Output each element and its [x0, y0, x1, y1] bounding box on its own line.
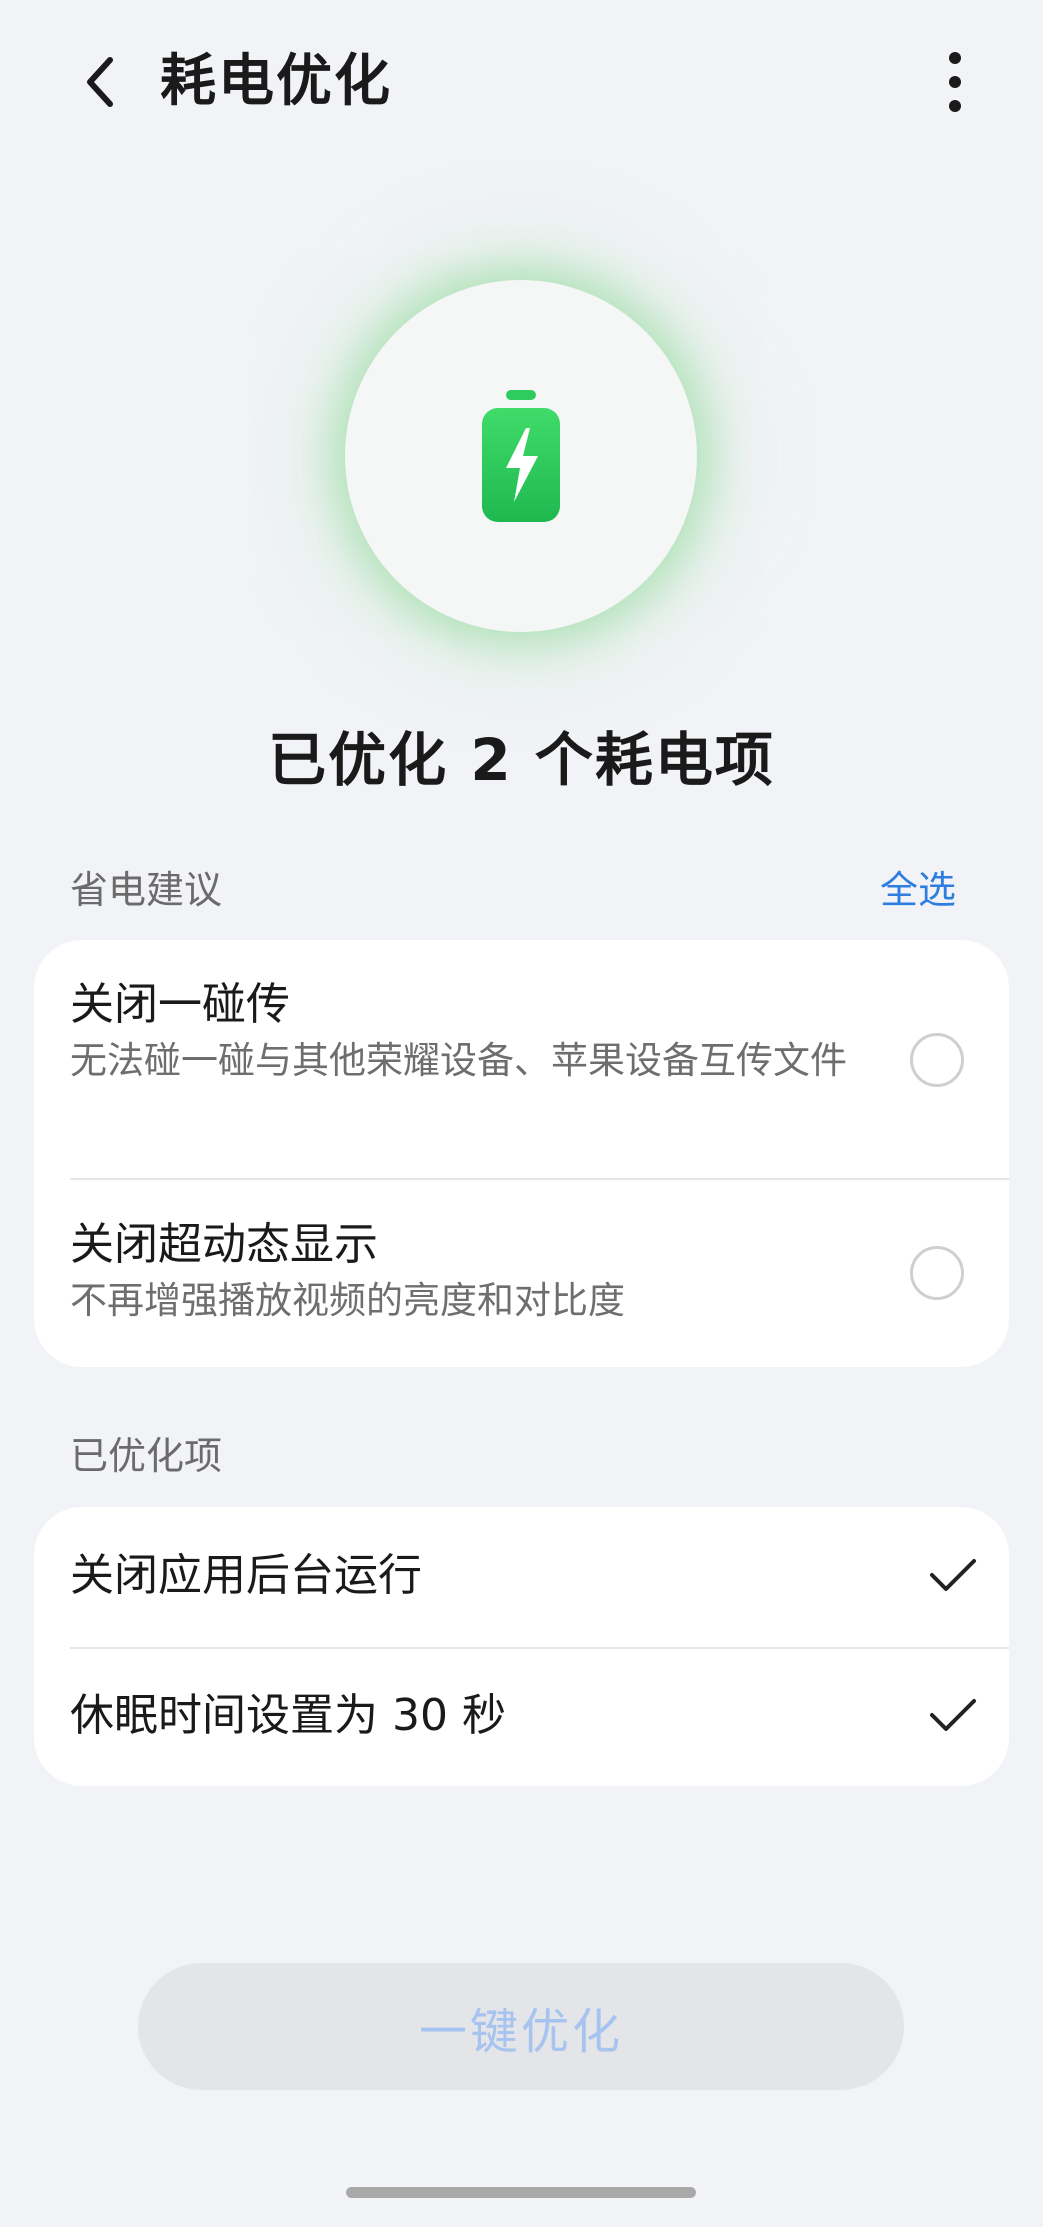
checkmark-icon — [930, 1559, 976, 1591]
suggestion-item-hdr-display[interactable]: 关闭超动态显示 不再增强播放视频的亮度和对比度 — [70, 1216, 973, 1328]
suggestion-description: 无法碰一碰与其他荣耀设备、苹果设备互传文件 — [70, 1039, 847, 1082]
optimized-item-background-apps: 关闭应用后台运行 — [70, 1547, 973, 1605]
more-vertical-icon — [949, 52, 961, 112]
app-header: 耗电优化 — [0, 0, 1043, 170]
chevron-left-icon — [87, 57, 113, 107]
suggestion-item-nfc-share[interactable]: 关闭一碰传 无法碰一碰与其他荣耀设备、苹果设备互传文件 — [70, 976, 973, 1088]
page-title: 耗电优化 — [160, 49, 392, 114]
optimized-item-title: 关闭应用后台运行 — [70, 1550, 422, 1601]
suggestion-title: 关闭一碰传 — [70, 979, 290, 1030]
suggestion-title: 关闭超动态显示 — [70, 1219, 378, 1270]
optimized-card: 关闭应用后台运行 休眠时间设置为 30 秒 — [34, 1507, 1009, 1786]
divider — [70, 1647, 1009, 1649]
suggestion-radio-hdr-display[interactable] — [910, 1246, 964, 1300]
optimized-section-label: 已优化项 — [70, 1434, 223, 1478]
home-indicator[interactable] — [346, 2187, 696, 2198]
suggestion-description: 不再增强播放视频的亮度和对比度 — [70, 1279, 625, 1322]
divider — [70, 1178, 1009, 1180]
back-button[interactable] — [60, 42, 140, 122]
battery-charging-icon — [482, 390, 560, 522]
one-tap-optimize-button[interactable]: 一键优化 — [138, 1963, 904, 2090]
checkmark-icon — [930, 1699, 976, 1731]
optimized-item-title: 休眠时间设置为 30 秒 — [70, 1690, 506, 1741]
suggestions-card: 关闭一碰传 无法碰一碰与其他荣耀设备、苹果设备互传文件 关闭超动态显示 不再增强… — [34, 940, 1009, 1367]
suggestion-radio-nfc-share[interactable] — [910, 1033, 964, 1087]
suggestions-section-label: 省电建议 — [70, 868, 223, 912]
optimization-summary: 已优化 2 个耗电项 — [268, 726, 775, 794]
optimized-item-sleep-timeout: 休眠时间设置为 30 秒 — [70, 1687, 973, 1745]
select-all-button[interactable]: 全选 — [880, 865, 956, 915]
battery-status-illustration — [345, 280, 697, 632]
more-options-button[interactable] — [920, 40, 990, 124]
